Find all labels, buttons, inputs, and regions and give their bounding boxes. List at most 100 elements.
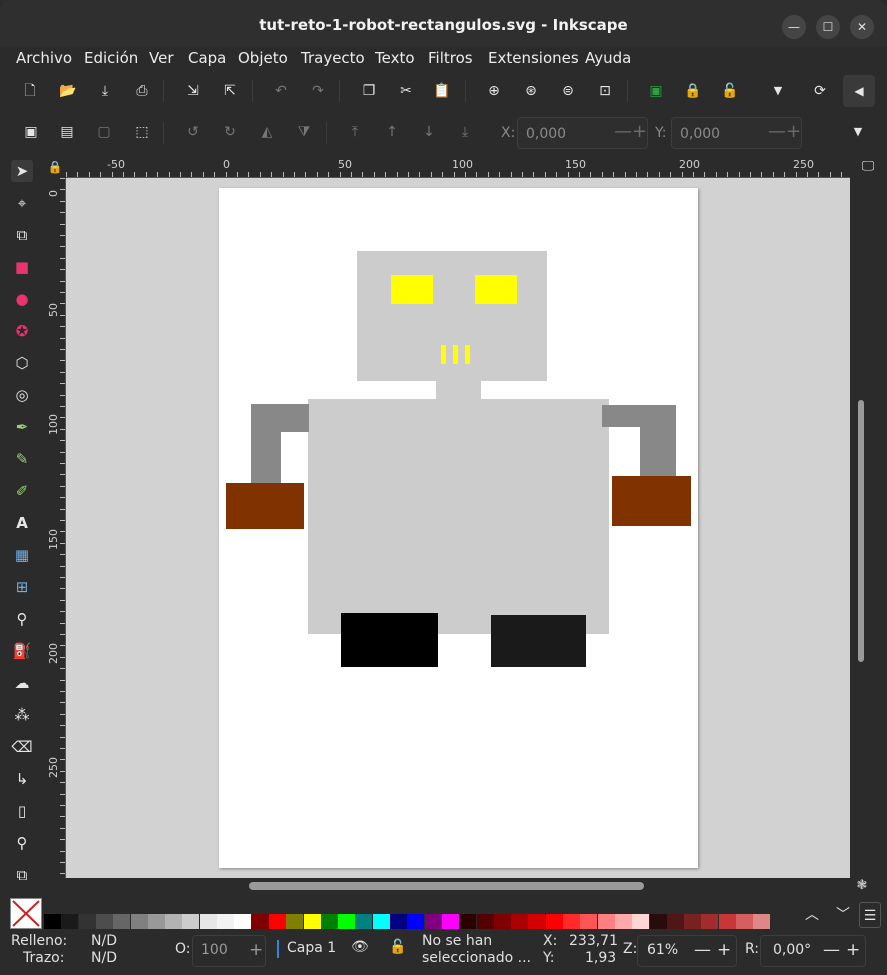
palette-swatch[interactable] (545, 914, 563, 929)
horizontal-scrollbar-thumb[interactable] (249, 882, 644, 890)
spiral-tool-icon[interactable]: ◎ (11, 384, 33, 406)
cut-icon[interactable]: ✂ (395, 80, 417, 102)
opacity-increment-button[interactable]: + (249, 940, 263, 960)
zoom-in-button[interactable]: + (717, 940, 731, 960)
palette-swatch[interactable] (303, 914, 321, 929)
spray-tool-icon[interactable]: ⁂ (11, 704, 33, 726)
layer-visibility-icon[interactable]: 👁 (351, 939, 369, 955)
calligraphy-tool-icon[interactable]: ✐ (11, 480, 33, 502)
menu-ayuda[interactable]: Ayuda (585, 49, 631, 67)
palette-swatch[interactable] (372, 914, 390, 929)
palette-swatch[interactable] (459, 914, 477, 929)
palette-swatch[interactable] (493, 914, 511, 929)
eraser-tool-icon[interactable]: ⌫ (11, 736, 33, 758)
minimize-button[interactable]: — (782, 15, 806, 39)
robot-foot-left[interactable] (341, 613, 438, 667)
palette-swatch[interactable] (753, 914, 771, 929)
node-tool-icon[interactable]: ⌖ (11, 192, 33, 214)
robot-body[interactable] (308, 399, 609, 634)
measure-tool-icon[interactable]: ⧉ (11, 864, 33, 886)
lower-icon[interactable]: ↓ (418, 121, 440, 143)
menu-edicion[interactable]: Edición (84, 49, 138, 67)
paste-icon[interactable]: 📋 (431, 80, 453, 102)
zoom-out-button[interactable]: — (694, 940, 711, 960)
y-field[interactable]: 0,000 — + (671, 117, 802, 149)
robot-mouth-bar[interactable] (453, 345, 458, 364)
palette-swatch[interactable] (199, 914, 217, 929)
palette-swatch[interactable] (649, 914, 667, 929)
x-field[interactable]: 0,000 — + (517, 117, 648, 149)
flip-vertical-icon[interactable]: ⧩ (293, 121, 315, 143)
robot-neck[interactable] (436, 380, 481, 400)
ruler-lock-icon[interactable]: 🔒 (44, 156, 66, 178)
rotate-ccw-button[interactable]: — (823, 940, 840, 960)
palette-swatch[interactable] (44, 914, 61, 929)
overflow-dropdown-icon[interactable]: ▼ (847, 121, 869, 143)
robot-mouth-bar[interactable] (441, 345, 446, 364)
palette-swatch[interactable] (597, 914, 615, 929)
zoom-tool-icon[interactable]: ⚲ (11, 832, 33, 854)
new-document-icon[interactable]: 🗋 (19, 80, 41, 102)
no-paint-icon[interactable] (10, 898, 42, 929)
palette-swatch[interactable] (355, 914, 373, 929)
palette-swatch[interactable] (684, 914, 702, 929)
robot-arm-right-lower[interactable] (640, 405, 676, 478)
rotate-cw-icon[interactable]: ↻ (219, 121, 241, 143)
palette-swatch[interactable] (78, 914, 96, 929)
group-icon[interactable]: ▣ (645, 80, 667, 102)
palette-swatch[interactable] (407, 914, 425, 929)
connector-tool-icon[interactable]: ↳ (11, 768, 33, 790)
pages-tool-icon[interactable]: ▯ (11, 800, 33, 822)
paint-bucket-tool-icon[interactable]: ⛽ (11, 640, 33, 662)
rectangle-tool-icon[interactable]: ■ (11, 256, 33, 278)
dropper-tool-icon[interactable]: ⚲ (11, 608, 33, 630)
robot-head[interactable] (357, 251, 547, 381)
menu-ver[interactable]: Ver (149, 49, 174, 67)
flip-horizontal-icon[interactable]: ◭ (256, 121, 278, 143)
palette-swatch[interactable] (113, 914, 131, 929)
palette-swatch[interactable] (217, 914, 234, 929)
mesh-tool-icon[interactable]: ⊞ (11, 576, 33, 598)
x-decrement-button[interactable]: — (614, 121, 632, 142)
unlock-object-icon[interactable]: 🔓 (719, 80, 741, 102)
palette-swatch[interactable] (320, 914, 338, 929)
menu-objeto[interactable]: Objeto (238, 49, 288, 67)
save-icon[interactable]: ⤓ (94, 80, 116, 102)
menu-archivo[interactable]: Archivo (16, 49, 72, 67)
palette-swatch[interactable] (441, 914, 459, 929)
current-layer[interactable]: Capa 1 (287, 940, 336, 956)
redo-icon[interactable]: ↷ (307, 80, 329, 102)
robot-eye-right[interactable] (475, 275, 517, 304)
vertical-scrollbar-thumb[interactable] (858, 400, 864, 662)
display-mode-icon[interactable]: 🖵 (857, 156, 879, 178)
sync-icon[interactable]: ⟳ (809, 80, 831, 102)
select-all-icon[interactable]: ▣ (20, 121, 42, 143)
palette-swatch[interactable] (580, 914, 598, 929)
menu-texto[interactable]: Texto (375, 49, 415, 67)
palette-swatch[interactable] (528, 914, 546, 929)
duplicate-icon[interactable]: ❐ (358, 80, 380, 102)
open-icon[interactable]: 📂 (57, 80, 79, 102)
palette-menu-icon[interactable]: ☰ (859, 902, 881, 928)
rotate-cw-button[interactable]: + (846, 940, 860, 960)
zoom-center-icon[interactable]: ⊡ (594, 80, 616, 102)
undo-icon[interactable]: ↶ (270, 80, 292, 102)
collapse-panel-icon[interactable]: ◀ (843, 75, 875, 107)
palette-swatch[interactable] (476, 914, 494, 929)
print-icon[interactable]: ⎙ (131, 80, 153, 102)
robot-eye-left[interactable] (391, 275, 433, 304)
palette-swatch[interactable] (268, 914, 286, 929)
y-increment-button[interactable]: + (786, 121, 801, 142)
palette-swatch[interactable] (165, 914, 183, 929)
deselect-icon[interactable]: ▢ (93, 121, 115, 143)
layer-lock-icon[interactable]: 🔓 (389, 939, 406, 955)
zoom-field[interactable]: 61% — + (637, 935, 737, 967)
palette-swatch[interactable] (61, 914, 79, 929)
color-manage-icon[interactable]: ❃ (851, 875, 873, 897)
horizontal-scrollbar[interactable]: ❃ (44, 878, 867, 896)
rotate-ccw-icon[interactable]: ↺ (182, 121, 204, 143)
robot-hand-left[interactable] (226, 483, 304, 529)
palette-swatch[interactable] (286, 914, 304, 929)
menu-trayecto[interactable]: Trayecto (301, 49, 365, 67)
robot-foot-right[interactable] (491, 615, 586, 667)
